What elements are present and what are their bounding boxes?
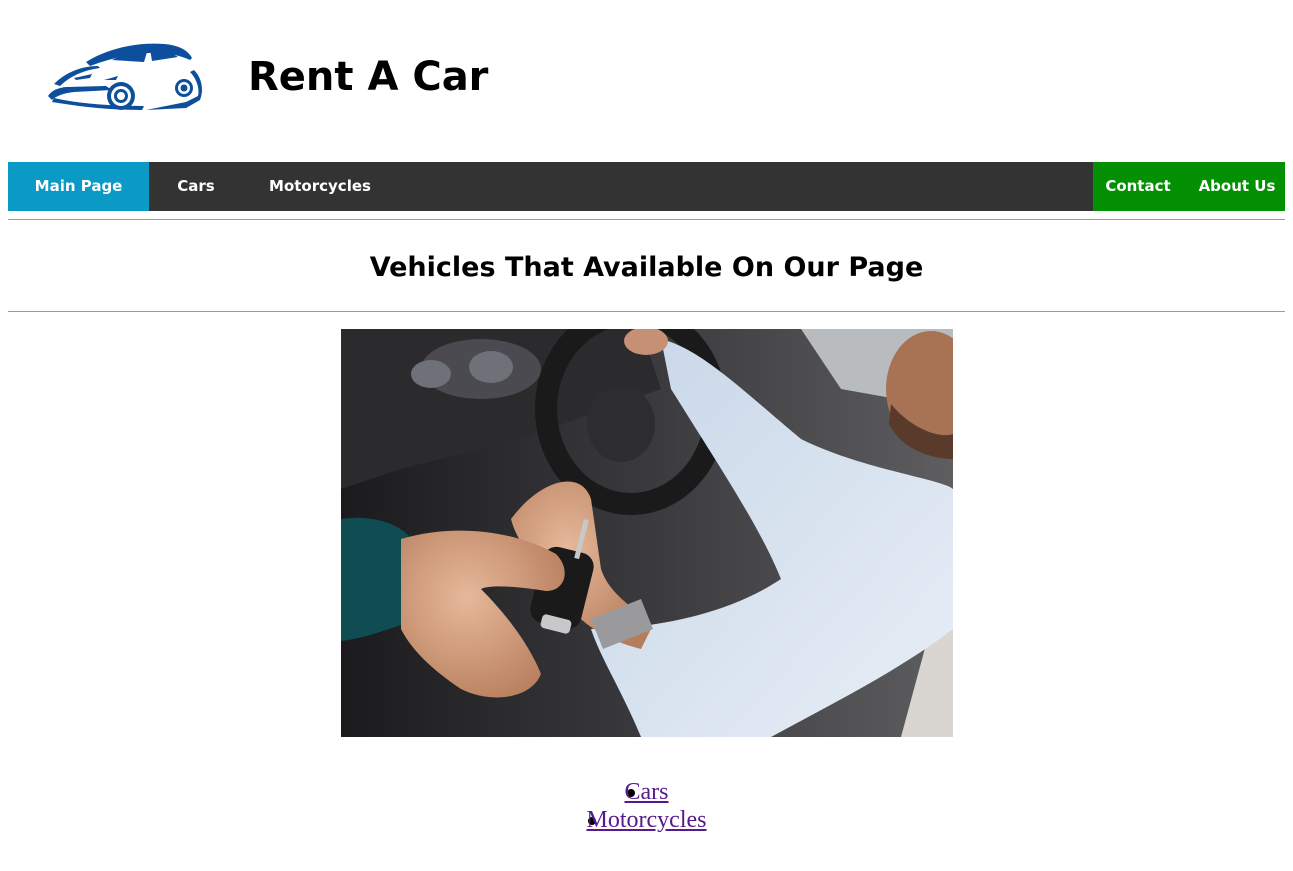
car-logo-icon	[48, 43, 202, 110]
nav-cars[interactable]: Cars	[166, 162, 226, 211]
motorcycles-link[interactable]: Motorcycles	[587, 807, 707, 833]
site-header: Rent A Car	[0, 0, 1293, 160]
nav-motorcycles-label: Motorcycles	[269, 177, 371, 195]
nav-cars-label: Cars	[177, 177, 215, 195]
car-key-handover-photo	[341, 329, 953, 737]
nav-right-group: Contact About Us	[1093, 162, 1285, 211]
nav-main-page[interactable]: Main Page	[8, 162, 149, 211]
main-navbar: Main Page Cars Motorcycles Contact About…	[8, 162, 1285, 211]
nav-about-us[interactable]: About Us	[1193, 162, 1281, 211]
nav-about-us-label: About Us	[1198, 177, 1276, 195]
cars-link[interactable]: Cars	[625, 779, 669, 805]
vehicle-link-list: Cars Motorcycles	[0, 778, 1293, 834]
nav-contact-label: Contact	[1105, 177, 1171, 195]
nav-contact[interactable]: Contact	[1099, 162, 1177, 211]
nav-motorcycles[interactable]: Motorcycles	[266, 162, 374, 211]
list-item: Cars	[0, 778, 1293, 806]
list-item: Motorcycles	[0, 806, 1293, 834]
nav-main-page-label: Main Page	[34, 177, 123, 195]
page-heading: Vehicles That Available On Our Page	[369, 252, 924, 283]
top-divider	[8, 219, 1285, 220]
site-title: Rent A Car	[248, 54, 489, 100]
bottom-divider	[8, 311, 1285, 312]
